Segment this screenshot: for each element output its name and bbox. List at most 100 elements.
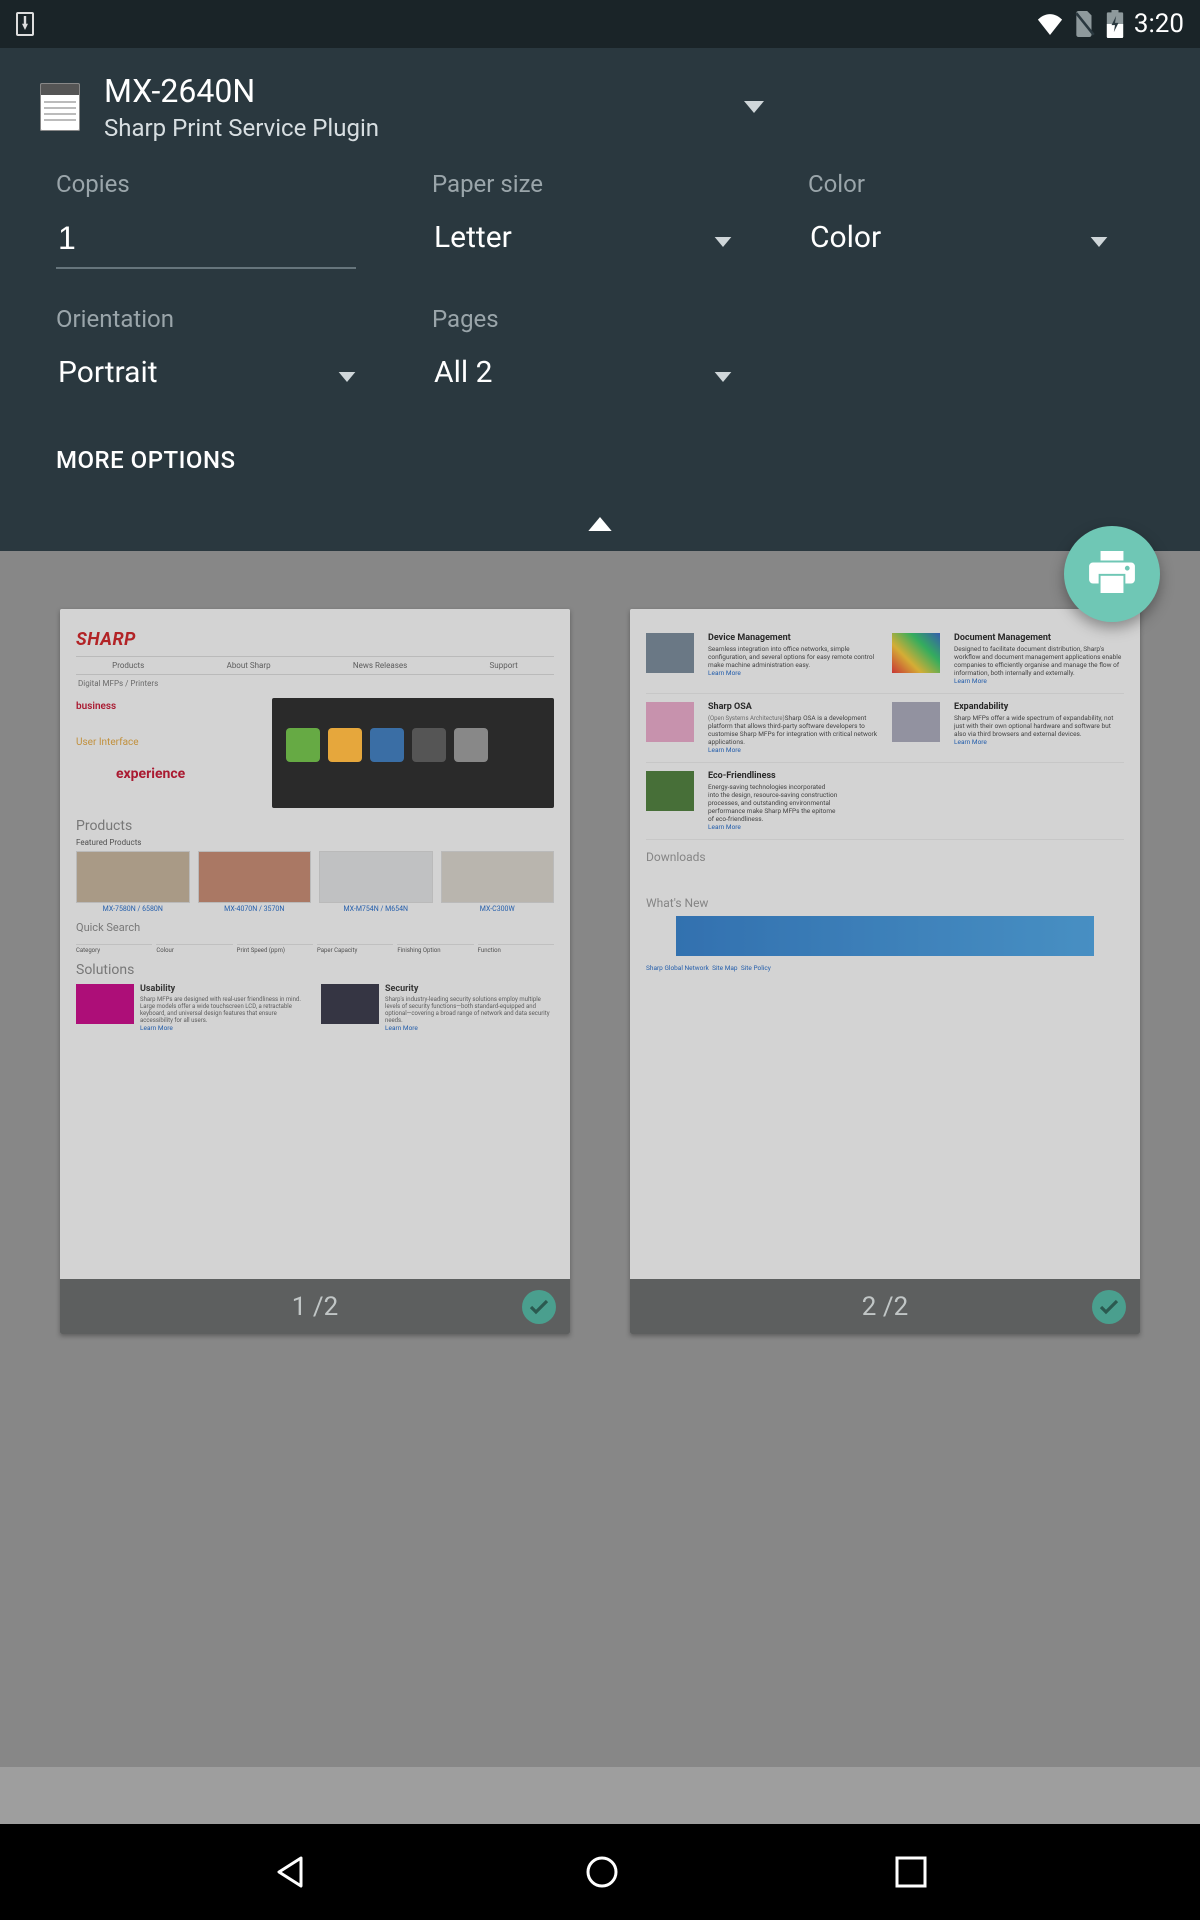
printer-name: MX-2640N [104,72,379,110]
section-title: Quick Search [76,921,554,934]
footer-link: Site Map [712,964,738,972]
battery-charging-icon [1106,10,1124,38]
learn-more: Learn More [708,746,878,754]
page-preview-2[interactable]: Device Management Seamless integration in… [630,609,1140,1334]
footer-link: Sharp Global Network [646,964,709,972]
back-button[interactable] [271,1852,311,1892]
item-t: Sharp MFPs offer a wide spectrum of expa… [954,714,1113,738]
pages-value: All 2 [434,355,492,390]
printer-selector[interactable]: MX-2640N Sharp Print Service Plugin [0,72,1200,170]
quick-col: Function [478,944,554,954]
color-label: Color [808,170,1144,198]
print-fab[interactable] [1064,526,1160,622]
item-sub: (Open Systems Architecture) [708,715,785,722]
status-bar: 3:20 [0,0,1200,48]
orientation-value: Portrait [58,355,158,390]
page-sheet: Device Management Seamless integration in… [630,609,1140,1279]
page-selected-check-icon[interactable] [1092,1290,1126,1324]
page-preview-1[interactable]: SHARP Products About Sharp News Releases… [60,609,570,1334]
paper-size-label: Paper size [432,170,768,198]
navigation-bar [0,1824,1200,1920]
recents-button[interactable] [893,1854,929,1890]
item-h: Sharp OSA [708,702,878,712]
printer-service: Sharp Print Service Plugin [104,114,379,142]
hero-word: User Interface [76,734,256,752]
nav-item: News Releases [353,661,407,670]
page-indicator-bar: 2 /2 [630,1279,1140,1334]
sol-t: Sharp's industry-leading security soluti… [385,996,550,1024]
copies-field: Copies [56,170,392,269]
nav-item: Products [112,661,144,670]
section-title: Downloads [646,850,1124,864]
item-t: Energy-saving technologies incorporated … [708,783,837,823]
hero-image [272,698,554,808]
color-select[interactable]: Color [808,214,1108,265]
quick-col: Colour [156,944,232,954]
wifi-icon [1036,13,1064,35]
pages-label: Pages [432,305,768,333]
chevron-down-icon [1090,220,1108,255]
thumb [321,984,379,1024]
clock: 3:20 [1134,9,1184,39]
orientation-label: Orientation [56,305,392,333]
item-h: Document Management [954,633,1124,643]
item-t: Seamless integration into office network… [708,645,874,669]
home-button[interactable] [582,1852,622,1892]
hero-word: experience [116,762,256,787]
print-icon [1089,551,1135,597]
learn-more: Learn More [954,738,1124,746]
printer-icon [40,83,80,131]
item-h: Eco-Friendliness [708,771,837,781]
color-value: Color [810,220,881,255]
learn-more: Learn More [954,677,1124,685]
section-title: Products [76,818,554,834]
pages-select[interactable]: All 2 [432,349,732,400]
page-selected-check-icon[interactable] [522,1290,556,1324]
page-indicator: 1 /2 [292,1292,338,1322]
nav-item: Support [490,661,518,670]
chevron-up-icon [587,516,613,535]
sol-h: Security [385,984,554,994]
copies-input[interactable] [56,214,356,269]
item-t: Designed to facilitate document distribu… [954,645,1121,677]
banner [676,916,1094,956]
section-title: Solutions [76,962,554,978]
quick-col: Paper Capacity [317,944,393,954]
print-settings-panel: MX-2640N Sharp Print Service Plugin Copi… [0,48,1200,551]
quick-col: Category [76,944,152,954]
orientation-select[interactable]: Portrait [56,349,356,400]
chevron-down-icon [744,98,764,117]
page-indicator: 2 /2 [862,1292,908,1322]
page-indicator-bar: 1 /2 [60,1279,570,1334]
learn-more: Learn More [708,669,878,677]
nav-item: About Sharp [227,661,271,670]
no-sim-icon [1074,11,1096,37]
page-sheet: SHARP Products About Sharp News Releases… [60,609,570,1279]
paper-size-value: Letter [434,220,512,255]
quick-col: Print Speed (ppm) [237,944,313,954]
more-options-button[interactable]: MORE OPTIONS [0,428,1200,512]
learn-more: Learn More [385,1024,554,1032]
footer-link: Site Policy [741,964,771,972]
learn-more: Learn More [708,823,837,831]
item-h: Expandability [954,702,1124,712]
section-title: What's New [646,896,1124,910]
chevron-down-icon [714,220,732,255]
breadcrumb: Digital MFPs / Printers [76,675,554,692]
quick-col: Finishing Option [397,944,473,954]
copies-label: Copies [56,170,392,198]
item-h: Device Management [708,633,878,643]
sol-h: Usability [140,984,309,994]
sharp-logo: SHARP [76,629,136,650]
hero-word: business [76,698,256,716]
download-icon [16,12,34,36]
learn-more: Learn More [140,1024,309,1032]
paper-size-select[interactable]: Letter [432,214,732,265]
sol-t: Sharp MFPs are designed with real-user f… [140,996,301,1024]
thumb [76,984,134,1024]
chevron-down-icon [714,355,732,390]
chevron-down-icon [338,355,356,390]
featured-label: Featured Products [76,838,554,847]
collapse-handle[interactable] [0,512,1200,551]
preview-area: SHARP Products About Sharp News Releases… [0,551,1200,1767]
